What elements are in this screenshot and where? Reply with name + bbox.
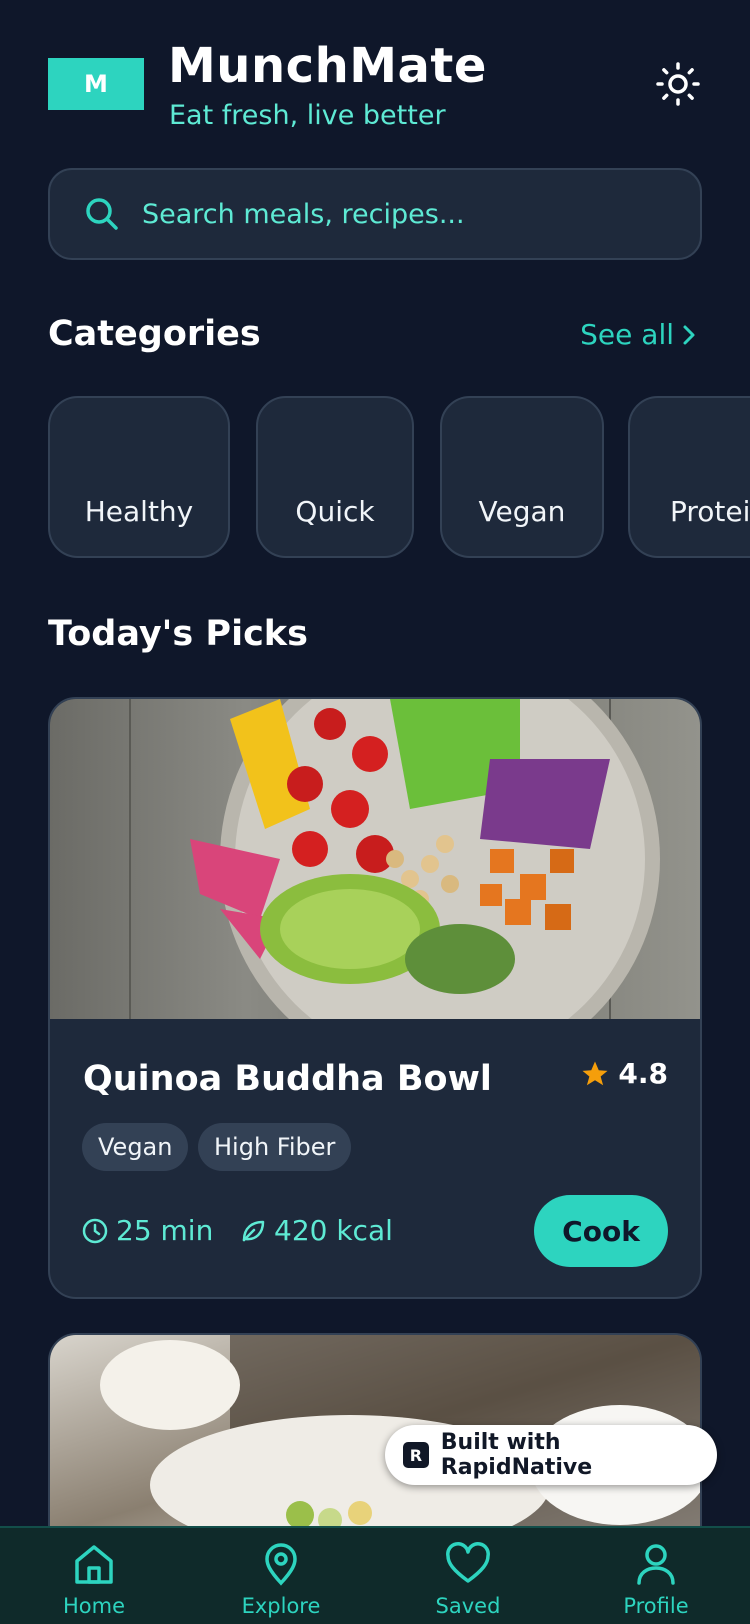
search-icon [86,198,118,230]
tab-label: Explore [241,1594,321,1618]
time-value: 25 min [116,1214,214,1247]
leaf-icon [242,1220,265,1241]
chevron-right-icon [683,325,695,344]
category-label: Healthy [84,495,194,528]
tab-label: Saved [435,1594,501,1618]
search-bar[interactable] [48,168,702,260]
see-all-link[interactable]: See all [580,318,698,351]
theme-toggle-button[interactable] [654,60,702,108]
category-label: Vegan [478,495,566,528]
cook-button[interactable]: Cook [534,1195,668,1267]
tab-label: Profile [623,1594,689,1618]
tab-explore[interactable]: Explore [211,1542,351,1618]
category-label: Protein [670,495,750,528]
star-icon [582,1061,608,1085]
tab-profile[interactable]: Profile [586,1542,726,1618]
tab-saved[interactable]: Saved [398,1542,538,1618]
categories-row: Healthy Quick Vegan Protein [48,396,750,560]
tag-chip: High Fiber [198,1123,352,1171]
category-vegan[interactable]: Vegan [440,396,604,558]
app-title: MunchMate [168,38,487,94]
app-header: M MunchMate Eat fresh, live better [48,38,702,138]
calories-value: 420 kcal [274,1214,393,1247]
built-with-badge[interactable]: R Built with RapidNative [385,1425,717,1485]
tab-label: Home [62,1594,125,1618]
user-icon [637,1544,675,1585]
meal-rating: 4.8 [580,1057,668,1090]
badge-text: Built with RapidNative [440,1430,593,1480]
category-quick[interactable]: Quick [256,396,414,558]
app-tagline: Eat fresh, live better [169,100,446,131]
category-healthy[interactable]: Healthy [48,396,230,558]
meal-image [50,699,700,1019]
search-input[interactable] [142,198,662,230]
category-protein[interactable]: Protein [628,396,750,558]
see-all-label: See all [580,318,674,351]
map-pin-icon [265,1543,297,1586]
app-logo: M [48,58,144,110]
tab-home[interactable]: Home [24,1542,164,1618]
category-label: Quick [295,495,375,528]
meal-name: Quinoa Buddha Bowl [83,1059,492,1099]
sun-icon [656,62,700,106]
rapidnative-logo-icon: R [403,1442,429,1468]
tag-chip: Vegan [82,1123,189,1171]
meal-card[interactable]: Quinoa Buddha Bowl 4.8 Vegan High Fiber … [48,697,702,1299]
meal-calories: 420 kcal [240,1214,393,1247]
heart-icon [446,1542,490,1583]
todays-picks-title: Today's Picks [48,614,308,654]
meal-time: 25 min [82,1214,213,1247]
home-icon [75,1545,113,1584]
logo-letter: M [84,70,108,98]
clock-icon [82,1218,108,1243]
rating-value: 4.8 [618,1057,668,1090]
bottom-tab-bar: Home Explore Saved Profile [0,1526,750,1624]
categories-title: Categories [48,314,261,354]
